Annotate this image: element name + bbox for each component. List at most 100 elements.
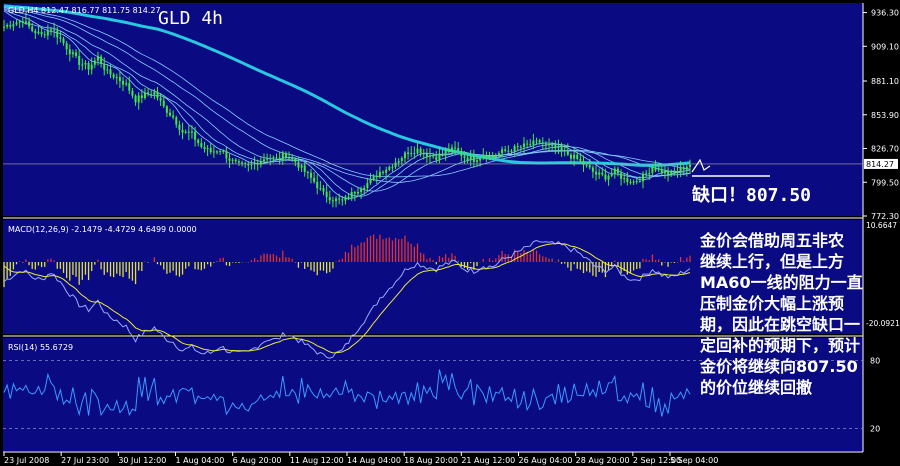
candle-body — [156, 91, 159, 98]
annotation-line: 金价将继续向807.50 — [700, 357, 858, 376]
candle-body — [544, 143, 547, 145]
candle-body — [335, 198, 338, 202]
candle-body — [363, 187, 366, 190]
candle-body — [84, 63, 87, 65]
gap-label: 缺口！807.50 — [692, 185, 812, 206]
candle-body — [153, 91, 156, 95]
candle-body — [338, 198, 341, 200]
candle-body — [582, 160, 585, 165]
candle-body — [635, 181, 638, 183]
candle-body — [3, 26, 5, 28]
candle-body — [425, 153, 428, 157]
candle-body — [297, 162, 300, 168]
candle-body — [604, 174, 607, 180]
candle-body — [303, 165, 306, 172]
candle-body — [479, 157, 482, 161]
candle-body — [56, 30, 59, 38]
candle-body — [237, 161, 240, 163]
candle-body — [629, 182, 632, 184]
candle-body — [422, 153, 425, 155]
candle-body — [206, 148, 209, 150]
price-tick-label: 936.30 — [871, 9, 899, 18]
candle-body — [24, 21, 27, 23]
candle-body — [516, 146, 519, 148]
candle-body — [112, 74, 115, 78]
candle-body — [685, 166, 688, 170]
candle-body — [322, 188, 325, 192]
candle-body — [429, 155, 432, 157]
candle-body — [197, 139, 200, 144]
candle-body — [300, 165, 303, 168]
candle-body — [190, 131, 193, 133]
chart-window: 936.30 909.10 881.10 853.90 826.70 799.50 772.… — [0, 0, 900, 466]
candle-body — [109, 69, 112, 75]
candle-body — [642, 173, 645, 182]
candle-body — [325, 191, 328, 198]
candle-body — [278, 157, 281, 160]
x-tick-label: 26 Aug 04:00 — [519, 456, 573, 465]
candle-body — [667, 171, 670, 175]
candle-body — [272, 157, 275, 159]
x-tick-label: 21 Aug 12:00 — [461, 456, 515, 465]
x-tick-label: 5 Sep 04:00 — [670, 456, 718, 465]
candle-body — [291, 157, 294, 159]
annotation-line: 压制金价大幅上涨预 — [700, 294, 845, 313]
candle-body — [588, 165, 591, 168]
candle-body — [46, 30, 49, 36]
candle-body — [125, 83, 128, 85]
candle-body — [475, 160, 478, 162]
candle-body — [626, 178, 629, 183]
x-tick-label: 1 Aug 04:00 — [176, 456, 225, 465]
candle-body — [441, 153, 444, 155]
candle-body — [369, 179, 372, 184]
x-tick-label: 28 Aug 20:00 — [576, 456, 630, 465]
candle-body — [463, 155, 466, 158]
candle-body — [413, 153, 416, 155]
candle-body — [28, 21, 31, 27]
candle-body — [563, 150, 566, 152]
candle-body — [663, 171, 666, 174]
candle-body — [595, 171, 598, 175]
candle-body — [466, 157, 469, 161]
candle-body — [447, 150, 450, 153]
candle-body — [222, 151, 225, 153]
candle-body — [632, 181, 635, 183]
macd-header: MACD(12,26,9) -2.1479 -4.4729 4.6499 0.0… — [8, 225, 197, 234]
candle-body — [557, 146, 560, 149]
x-tick-label: 18 Aug 20:00 — [404, 456, 458, 465]
candle-body — [87, 63, 90, 70]
candle-body — [403, 152, 406, 159]
candle-body — [566, 150, 569, 155]
candle-body — [554, 145, 557, 149]
candle-body — [657, 169, 660, 171]
candle-body — [43, 34, 46, 36]
candle-body — [679, 167, 682, 172]
candle-body — [494, 155, 497, 158]
x-tick-label: 23 Jul 2008 — [4, 456, 49, 465]
candle-body — [34, 30, 37, 34]
annotation-line: 金价会借助周五非农 — [700, 231, 845, 250]
analysis-annotation: 金价会借助周五非农 继续上行，但是上方 MA60一线的阻力一直 压制金价大幅上涨预 期，… — [700, 230, 895, 398]
candle-body — [472, 156, 475, 162]
candle-body — [397, 160, 400, 163]
x-tick-label: 30 Jul 12:00 — [118, 456, 166, 465]
candle-body — [134, 95, 137, 103]
price-tick-label: 799.50 — [871, 178, 899, 187]
candle-body — [78, 55, 81, 65]
candle-body — [12, 24, 15, 27]
candle-body — [143, 92, 146, 99]
candle-body — [541, 142, 544, 144]
candle-body — [613, 168, 616, 174]
candle-body — [501, 149, 504, 154]
candle-body — [450, 147, 453, 153]
candle-body — [103, 63, 106, 70]
candle-body — [316, 181, 319, 189]
candle-body — [319, 188, 322, 190]
candle-body — [150, 94, 153, 96]
candle-body — [457, 148, 460, 152]
candle-body — [93, 60, 96, 65]
candle-body — [178, 124, 181, 130]
candle-body — [172, 115, 175, 118]
candle-body — [435, 156, 438, 160]
candle-body — [491, 155, 494, 158]
